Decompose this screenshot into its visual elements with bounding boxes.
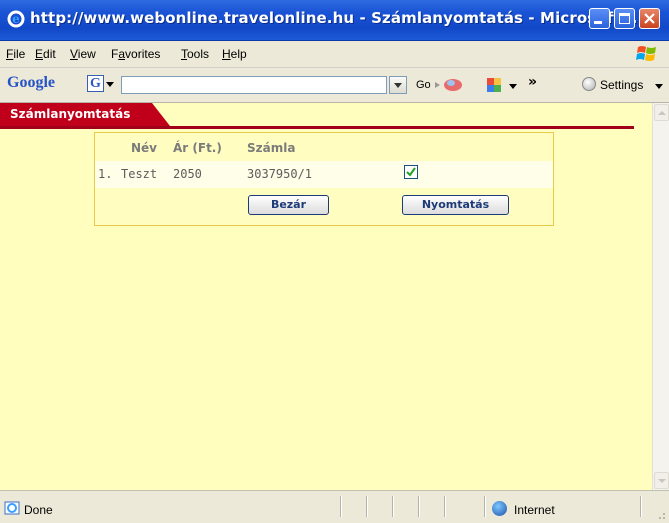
status-divider	[444, 496, 446, 517]
window-title: http://www.webonline.travelonline.hu - S…	[30, 9, 644, 27]
popup-blocker-icon[interactable]	[486, 77, 502, 93]
google-g-icon[interactable]: G	[87, 75, 104, 92]
scroll-down-button[interactable]	[654, 472, 669, 489]
page-icon	[4, 501, 20, 515]
google-search-input[interactable]	[121, 76, 387, 94]
menu-edit[interactable]: Edit	[35, 47, 56, 61]
menu-bar: File Edit View Favorites Tools Help	[0, 41, 669, 68]
go-button[interactable]: Go	[416, 79, 442, 91]
table-row	[95, 161, 553, 188]
go-arrow-icon	[434, 82, 440, 89]
title-underline	[0, 126, 634, 129]
internet-globe-icon	[492, 501, 507, 516]
more-tools-button[interactable]: »	[528, 74, 537, 90]
header-price: Ár (Ft.)	[173, 141, 222, 155]
status-divider	[484, 496, 486, 517]
scroll-up-button[interactable]	[654, 104, 669, 121]
status-divider	[366, 496, 368, 517]
svg-text:e: e	[12, 12, 20, 26]
chevron-down-icon[interactable]	[106, 82, 114, 87]
row-index: 1.	[98, 167, 113, 181]
status-divider	[418, 496, 420, 517]
menu-tools[interactable]: Tools	[181, 47, 209, 61]
row-name: Teszt	[121, 167, 158, 181]
windows-logo-icon	[636, 46, 656, 61]
status-divider	[392, 496, 394, 517]
minimize-button[interactable]	[589, 8, 610, 29]
resize-grip-icon[interactable]	[654, 508, 666, 520]
maximize-button[interactable]	[614, 8, 635, 29]
security-zone: Internet	[514, 503, 555, 517]
pagerank-icon[interactable]	[442, 76, 464, 93]
close-window-button[interactable]	[639, 8, 660, 29]
status-divider	[640, 496, 642, 517]
close-button[interactable]: Bezár	[248, 195, 329, 215]
page-tab: Számlanyomtatás	[0, 103, 170, 126]
chevron-down-icon[interactable]	[509, 84, 517, 89]
status-bar: Done Internet	[0, 490, 669, 523]
header-name: Név	[131, 141, 158, 155]
status-divider	[340, 496, 342, 517]
row-invoice: 3037950/1	[247, 167, 313, 181]
menu-file[interactable]: File	[6, 47, 25, 61]
google-toolbar: Google G Go » Settings	[0, 68, 669, 103]
settings-icon[interactable]	[582, 77, 596, 91]
menu-help[interactable]: Help	[222, 47, 247, 61]
invoice-print-box: Név Ár (Ft.) Számla 1. Teszt 2050 303795…	[94, 132, 554, 226]
page-content: Számlanyomtatás Név Ár (Ft.) Számla 1. T…	[0, 103, 652, 490]
ie-icon: e	[7, 10, 25, 28]
close-icon	[644, 13, 655, 24]
status-text: Done	[24, 503, 53, 517]
title-bar: e http://www.webonline.travelonline.hu -…	[0, 0, 669, 41]
menu-view[interactable]: View	[70, 47, 96, 61]
google-logo[interactable]: Google	[7, 74, 55, 92]
header-invoice: Számla	[247, 141, 296, 155]
chevron-down-icon[interactable]	[655, 84, 663, 89]
page-title: Számlanyomtatás	[10, 107, 131, 121]
vertical-scrollbar[interactable]	[652, 103, 669, 490]
checkmark-icon	[406, 167, 416, 177]
search-history-dropdown[interactable]	[389, 76, 407, 94]
row-checkbox[interactable]	[404, 165, 418, 179]
print-button[interactable]: Nyomtatás	[402, 195, 509, 215]
menu-favorites[interactable]: Favorites	[111, 47, 160, 61]
settings-button[interactable]: Settings	[600, 78, 643, 92]
row-price: 2050	[173, 167, 202, 181]
